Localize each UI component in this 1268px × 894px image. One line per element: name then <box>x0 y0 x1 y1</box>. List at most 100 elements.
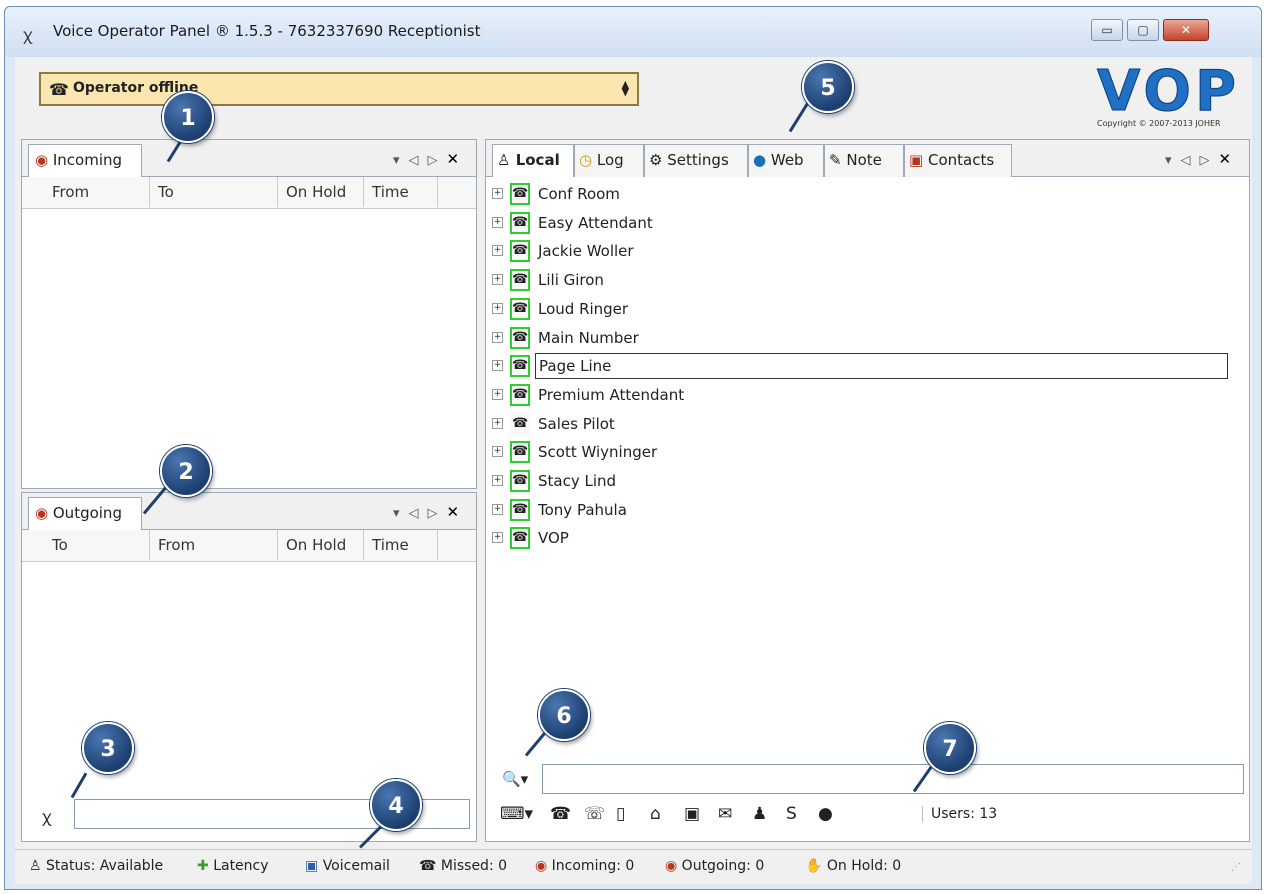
panel-prev-icon[interactable]: ◁ <box>409 153 419 168</box>
user-group-icon[interactable]: ♟ <box>752 804 767 824</box>
extension-row[interactable]: + ☎ Scott Wiyninger <box>486 438 1246 466</box>
close-button[interactable]: ✕ <box>1163 19 1209 41</box>
tab-contacts[interactable]: ▣ Contacts <box>904 144 1012 177</box>
panel-close-icon[interactable]: ✕ <box>447 150 460 168</box>
status-available[interactable]: ♙ Status: Available <box>29 858 163 874</box>
maximize-button[interactable]: ▢ <box>1127 19 1159 41</box>
voicemail-icon[interactable]: ▣ <box>684 804 700 824</box>
panel-next-icon[interactable]: ▷ <box>428 153 438 168</box>
column-header-on-hold[interactable]: On Hold <box>278 177 364 207</box>
extension-row[interactable]: + ☎ Page Line <box>486 352 1246 380</box>
home-icon[interactable]: ⌂ <box>650 804 661 824</box>
expand-icon[interactable]: + <box>492 446 503 458</box>
panel-prev-icon[interactable]: ◁ <box>409 506 419 521</box>
outgoing-indicator[interactable]: ◉ Outgoing: 0 <box>665 858 764 874</box>
grip-icon[interactable]: ⧫ <box>622 79 629 97</box>
search-icon[interactable]: 🔍▾ <box>502 770 528 788</box>
telephone-icon: ☎ <box>510 412 530 435</box>
tab-settings[interactable]: ⚙ Settings <box>644 144 748 177</box>
expand-icon[interactable]: + <box>492 274 503 286</box>
minimize-button[interactable]: ▭ <box>1091 19 1123 41</box>
column-header-from[interactable]: From <box>150 530 278 560</box>
globe-icon[interactable]: ● <box>818 804 833 824</box>
extension-label: Conf Room <box>538 185 620 203</box>
incoming-panel-controls: ▾ ◁ ▷ ✕ <box>384 150 459 168</box>
phone-icon[interactable]: ☏ <box>584 804 605 824</box>
callout-3: 3 <box>82 722 134 774</box>
status-text: Status: Available <box>46 858 164 874</box>
panel-next-icon[interactable]: ▷ <box>1200 153 1210 168</box>
on-hold-indicator[interactable]: ✋ On Hold: 0 <box>805 858 901 874</box>
mobile-icon[interactable]: ▯ <box>616 804 625 824</box>
panel-menu-icon[interactable]: ▾ <box>393 506 400 521</box>
missed-indicator[interactable]: ☎ Missed: 0 <box>419 858 507 874</box>
extension-label: Tony Pahula <box>538 500 627 519</box>
title-bar[interactable]: ꭓ Voice Operator Panel ® 1.5.3 - 7632337… <box>5 7 1261 57</box>
callout-7: 7 <box>924 722 976 774</box>
app-logo-icon: ꭓ <box>23 25 32 44</box>
extension-label: Easy Attendant <box>538 213 653 232</box>
tab-note[interactable]: ✎ Note <box>824 144 904 177</box>
action-toolbar: ⌨▾ ☎ ☏ ▯ ⌂ ▣ ✉ ♟ S ● <box>500 804 1240 830</box>
extension-row[interactable]: + ☎ Jackie Woller <box>486 237 1246 265</box>
expand-icon[interactable]: + <box>492 360 503 372</box>
tab-local[interactable]: ♙ Local <box>492 144 574 177</box>
column-header-to[interactable]: To <box>150 177 278 207</box>
telephone-icon: ☎ <box>510 240 530 263</box>
latency-text: Latency <box>213 858 269 874</box>
voicemail-text: Voicemail <box>322 858 390 874</box>
keyboard-dropdown-icon[interactable]: ⌨▾ <box>500 804 533 824</box>
expand-icon[interactable]: + <box>492 245 503 257</box>
expand-icon[interactable]: + <box>492 302 503 314</box>
expand-icon[interactable]: + <box>492 216 503 228</box>
extension-row[interactable]: + ☎ Easy Attendant <box>486 209 1246 237</box>
panel-close-icon[interactable]: ✕ <box>1219 150 1232 168</box>
extension-row[interactable]: + ☎ Tony Pahula <box>486 496 1246 524</box>
panel-prev-icon[interactable]: ◁ <box>1181 153 1191 168</box>
dial-icon[interactable]: ꭓ <box>42 805 51 827</box>
extension-row[interactable]: + ☎ Stacy Lind <box>486 467 1246 495</box>
tab-incoming[interactable]: ◉ Incoming <box>28 144 142 177</box>
column-header-from[interactable]: From <box>22 177 150 207</box>
expand-icon[interactable]: + <box>492 503 503 515</box>
expand-icon[interactable]: + <box>492 417 503 429</box>
expand-icon[interactable]: + <box>492 331 503 343</box>
message-icon[interactable]: ✉ <box>718 804 732 824</box>
callout-6: 6 <box>538 689 590 741</box>
tab-outgoing-label: Outgoing <box>52 504 122 522</box>
telephone-icon: ☎ <box>510 527 530 550</box>
expand-icon[interactable]: + <box>492 532 503 544</box>
incoming-indicator[interactable]: ◉ Incoming: 0 <box>535 858 634 874</box>
extension-row[interactable]: + ☎ Loud Ringer <box>486 295 1246 323</box>
expand-icon[interactable]: + <box>492 475 503 486</box>
telephone-icon: ☎ <box>510 297 530 320</box>
tab-outgoing[interactable]: ◉ Outgoing <box>28 497 142 530</box>
extension-row[interactable]: + ☎ Premium Attendant <box>486 381 1246 409</box>
panel-next-icon[interactable]: ▷ <box>428 506 438 521</box>
voicemail-indicator[interactable]: ▣ Voicemail <box>305 858 390 874</box>
extension-row[interactable]: + ☎ Sales Pilot <box>486 410 1246 438</box>
callout-2: 2 <box>160 445 212 497</box>
extension-row[interactable]: + ☎ Lili Giron <box>486 266 1246 294</box>
panel-close-icon[interactable]: ✕ <box>447 503 460 521</box>
latency-indicator[interactable]: ✚ Latency <box>197 858 269 874</box>
extension-row[interactable]: + ☎ VOP <box>486 524 1246 552</box>
column-header-to[interactable]: To <box>22 530 150 560</box>
tab-log[interactable]: ◷ Log <box>574 144 644 177</box>
transfer-icon[interactable]: ☎ <box>550 804 571 824</box>
directory-panel-controls: ▾ ◁ ▷ ✕ <box>1156 150 1231 168</box>
column-header-time[interactable]: Time <box>364 530 438 560</box>
extension-row[interactable]: + ☎ Main Number <box>486 324 1246 352</box>
tab-web[interactable]: ● Web <box>748 144 824 177</box>
expand-icon[interactable]: + <box>492 188 503 199</box>
column-header-on-hold[interactable]: On Hold <box>278 530 364 560</box>
resize-grip-icon[interactable]: ⋰ <box>1231 862 1241 873</box>
column-header-time[interactable]: Time <box>364 177 438 207</box>
panel-menu-icon[interactable]: ▾ <box>393 153 400 168</box>
panel-menu-icon[interactable]: ▾ <box>1165 153 1172 168</box>
skype-icon[interactable]: S <box>786 804 797 824</box>
operator-status-bar[interactable]: ☎ Operator offline ⧫ <box>39 72 639 106</box>
search-input[interactable] <box>542 764 1244 794</box>
expand-icon[interactable]: + <box>492 388 503 400</box>
extension-row[interactable]: + ☎ Conf Room <box>486 180 1246 208</box>
